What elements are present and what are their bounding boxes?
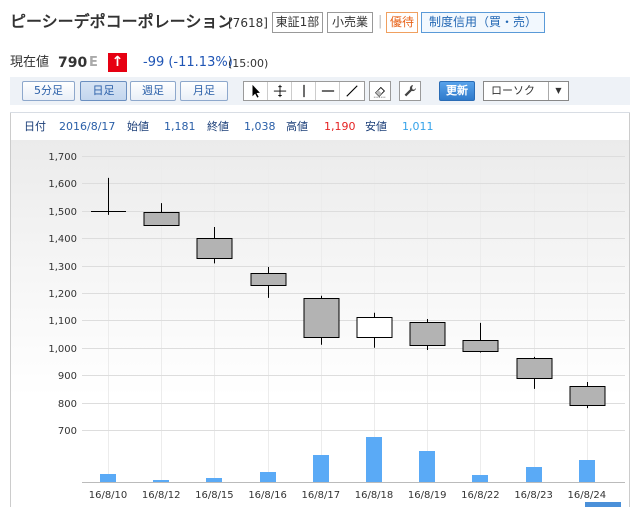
- y-tick-label: 1,400: [48, 234, 77, 245]
- refresh-button[interactable]: 更新: [439, 81, 475, 101]
- cursor-arrow-icon[interactable]: [244, 82, 268, 100]
- x-date-label: 16/8/23: [514, 490, 553, 501]
- tab-weekly[interactable]: 週足: [130, 81, 176, 101]
- volume-bar: [260, 472, 276, 482]
- x-date-label: 16/8/12: [142, 490, 181, 501]
- stock-code: [7618]: [228, 16, 268, 30]
- y-tick-label: 800: [58, 399, 77, 410]
- low-value: 1,011: [402, 120, 434, 133]
- y-tick-label: 900: [58, 371, 77, 382]
- y-tick-label: 1,700: [48, 152, 77, 163]
- margin-trading-link[interactable]: 制度信用（買・売）: [421, 12, 545, 33]
- ohlc-info-row: 日付 2016/8/17 始値 1,181 終値 1,038 高値 1,190 …: [10, 112, 630, 140]
- y-tick-label: 700: [58, 426, 77, 437]
- candle-body: [196, 238, 233, 259]
- x-date-label: 16/8/17: [302, 490, 341, 501]
- x-date-label: 16/8/19: [408, 490, 447, 501]
- chart-control-button[interactable]: [585, 502, 621, 507]
- y-tick-label: 1,300: [48, 262, 77, 273]
- volume-bar: [526, 467, 542, 482]
- horizontal-line-icon[interactable]: [316, 82, 340, 100]
- candle-body: [462, 340, 499, 352]
- volume-bar: [153, 480, 169, 482]
- open-label: 始値: [127, 120, 149, 133]
- high-label: 高値: [286, 120, 308, 133]
- date-label: 日付: [24, 120, 46, 133]
- price-change: -99 (-11.13%): [143, 55, 233, 70]
- volume-bar: [579, 460, 595, 482]
- y-tick-label: 1,200: [48, 289, 77, 300]
- price-flag: E: [89, 55, 98, 70]
- candle-body: [143, 212, 180, 226]
- low-label: 安値: [365, 120, 387, 133]
- open-value: 1,181: [164, 120, 196, 133]
- volume-bar: [366, 437, 382, 482]
- close-value: 1,038: [244, 120, 276, 133]
- x-date-label: 16/8/16: [248, 490, 287, 501]
- date-value: 2016/8/17: [59, 120, 116, 133]
- chevron-down-icon: ▼: [548, 82, 568, 100]
- y-tick-label: 1,100: [48, 316, 77, 327]
- candle-body: [409, 322, 446, 346]
- shareholder-benefit-link[interactable]: 優待: [386, 12, 418, 33]
- y-tick-label: 1,500: [48, 207, 77, 218]
- header-separator: |: [378, 14, 383, 29]
- candle-body: [516, 358, 553, 379]
- close-label: 終値: [207, 120, 229, 133]
- candle-body: [356, 317, 393, 338]
- x-date-label: 16/8/18: [355, 490, 394, 501]
- candle-body: [569, 386, 606, 406]
- chart-type-selected: ローソク: [491, 84, 535, 97]
- x-date-label: 16/8/22: [461, 490, 500, 501]
- volume-bar: [100, 474, 116, 482]
- high-value: 1,190: [324, 120, 356, 133]
- candlestick-chart[interactable]: 1,700 1,600 1,500 1,400 1,300 1,200 1,100 1,000…: [10, 140, 630, 507]
- volume-bar: [313, 455, 329, 482]
- x-date-label: 16/8/24: [568, 490, 607, 501]
- tab-daily[interactable]: 日足: [80, 81, 127, 101]
- chart-type-dropdown[interactable]: ローソク ▼: [483, 81, 569, 101]
- drawing-tools: [243, 81, 365, 101]
- tab-5min[interactable]: 5分足: [22, 81, 75, 101]
- price-time: (15:00): [228, 57, 269, 70]
- arrow-up-icon: ↑: [108, 53, 127, 72]
- volume-bar: [419, 451, 435, 482]
- x-date-label: 16/8/10: [89, 490, 128, 501]
- candle-body: [303, 298, 340, 338]
- y-tick-label: 1,000: [48, 344, 77, 355]
- industry-link[interactable]: 小売業: [327, 12, 373, 33]
- crosshair-icon[interactable]: [268, 82, 292, 100]
- tab-monthly[interactable]: 月足: [180, 81, 228, 101]
- vertical-line-icon[interactable]: [292, 82, 316, 100]
- y-tick-label: 1,600: [48, 179, 77, 190]
- eraser-icon[interactable]: [369, 81, 391, 101]
- volume-bar: [206, 478, 222, 482]
- wrench-icon[interactable]: [399, 81, 421, 101]
- current-price-value: 790: [58, 55, 88, 71]
- chart-toolbar: 5分足 日足 週足 月足 更新 ローソク ▼: [10, 77, 630, 105]
- chart-canvas[interactable]: 1,700 1,600 1,500 1,400 1,300 1,200 1,100 1,000…: [10, 140, 630, 507]
- candle-body: [250, 273, 287, 286]
- market-badge: 東証1部: [272, 12, 323, 33]
- volume-bar: [472, 475, 488, 482]
- company-name: ピーシーデポコーポレーション: [10, 12, 234, 31]
- current-price-label: 現在値: [10, 55, 50, 70]
- x-date-label: 16/8/15: [195, 490, 234, 501]
- trend-line-icon[interactable]: [340, 82, 364, 100]
